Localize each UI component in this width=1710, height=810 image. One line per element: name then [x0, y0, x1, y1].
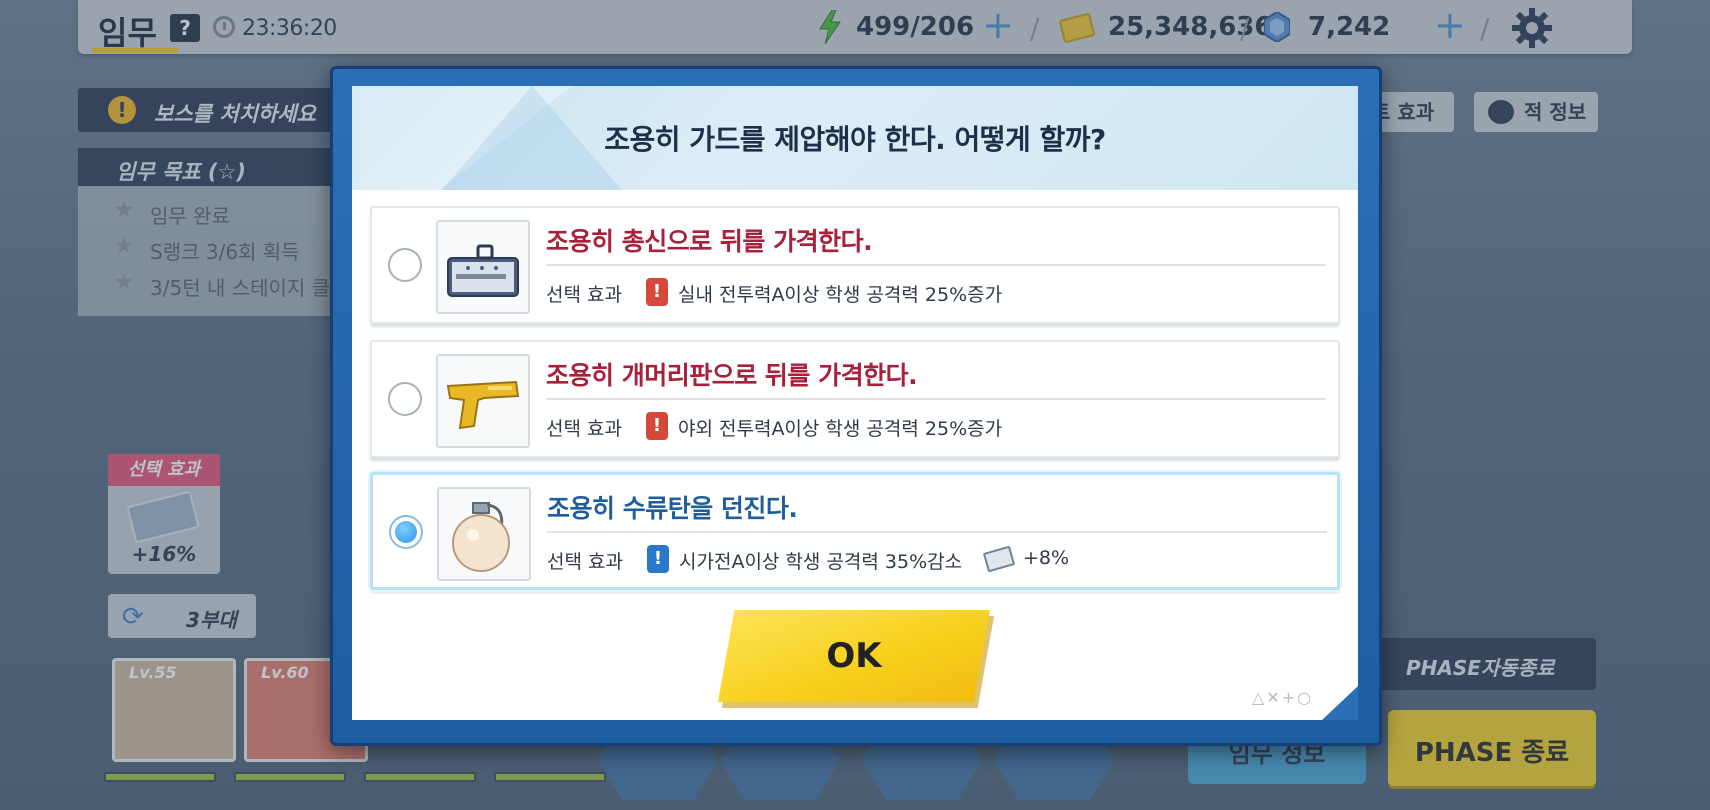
effect-label: 선택 효과: [547, 551, 623, 573]
ticket-icon: [982, 545, 1016, 573]
divider: [546, 398, 1326, 400]
choice-title: 조용히 개머리판으로 뒤를 가격한다.: [546, 361, 918, 390]
divider: [546, 264, 1326, 266]
buff-badge-icon: !: [646, 278, 668, 306]
effect-label: 선택 효과: [546, 418, 622, 440]
radio-button[interactable]: [388, 382, 422, 416]
dialog-title: 조용히 가드를 제압해야 한다. 어떻게 할까?: [604, 123, 1106, 156]
rifle-case-icon: [436, 220, 530, 314]
divider: [547, 531, 1327, 533]
buff-badge-icon: !: [646, 412, 668, 440]
effect-text: 시가전A이상 학생 공격력 35%감소: [679, 551, 963, 573]
radio-button-selected[interactable]: [389, 515, 423, 549]
debuff-badge-icon: !: [647, 545, 669, 573]
choice-option-3[interactable]: 조용히 수류탄을 던진다. 선택 효과 ! 시가전A이상 학생 공격력 35%감…: [370, 472, 1340, 590]
choice-option-1[interactable]: 조용히 총신으로 뒤를 가격한다. 선택 효과 ! 실내 전투력A이상 학생 공…: [370, 206, 1340, 324]
choice-dialog: 조용히 가드를 제압해야 한다. 어떻게 할까? 조용히 총신으로 뒤를 가격한…: [352, 86, 1358, 720]
decorative-symbols: △✕+○: [1252, 688, 1314, 707]
pistol-icon: [436, 354, 530, 448]
bonus-text: +8%: [1023, 547, 1070, 569]
effect-text: 야외 전투력A이상 학생 공격력 25%증가: [678, 418, 1003, 440]
choice-option-2[interactable]: 조용히 개머리판으로 뒤를 가격한다. 선택 효과 ! 야외 전투력A이상 학생…: [370, 340, 1340, 458]
effect-text: 실내 전투력A이상 학생 공격력 25%증가: [678, 284, 1003, 306]
choice-title: 조용히 수류탄을 던진다.: [547, 494, 798, 523]
grenade-icon: [437, 487, 531, 581]
choice-title: 조용히 총신으로 뒤를 가격한다.: [546, 227, 873, 256]
ok-label: OK: [826, 636, 882, 676]
corner-fold-decoration: [1322, 686, 1358, 720]
dialog-header: 조용히 가드를 제압해야 한다. 어떻게 할까?: [352, 86, 1358, 190]
effect-label: 선택 효과: [546, 284, 622, 306]
ok-button[interactable]: OK: [718, 610, 990, 702]
radio-button[interactable]: [388, 248, 422, 282]
